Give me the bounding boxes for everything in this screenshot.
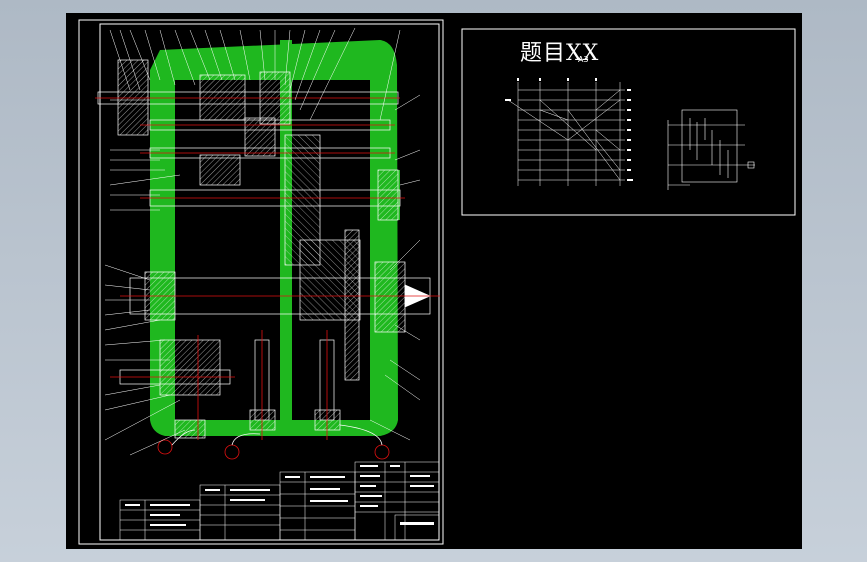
- speed-diagram-labels: [505, 78, 633, 181]
- transmission-schematic: [667, 109, 755, 190]
- parts-list-text-marks: [125, 465, 434, 526]
- sheet-size-label: A3: [578, 55, 589, 64]
- right-sheet-frame: [461, 28, 796, 216]
- drawing-svg: [78, 19, 796, 545]
- parts-list-table: [119, 461, 440, 541]
- speed-diagram: [507, 82, 625, 186]
